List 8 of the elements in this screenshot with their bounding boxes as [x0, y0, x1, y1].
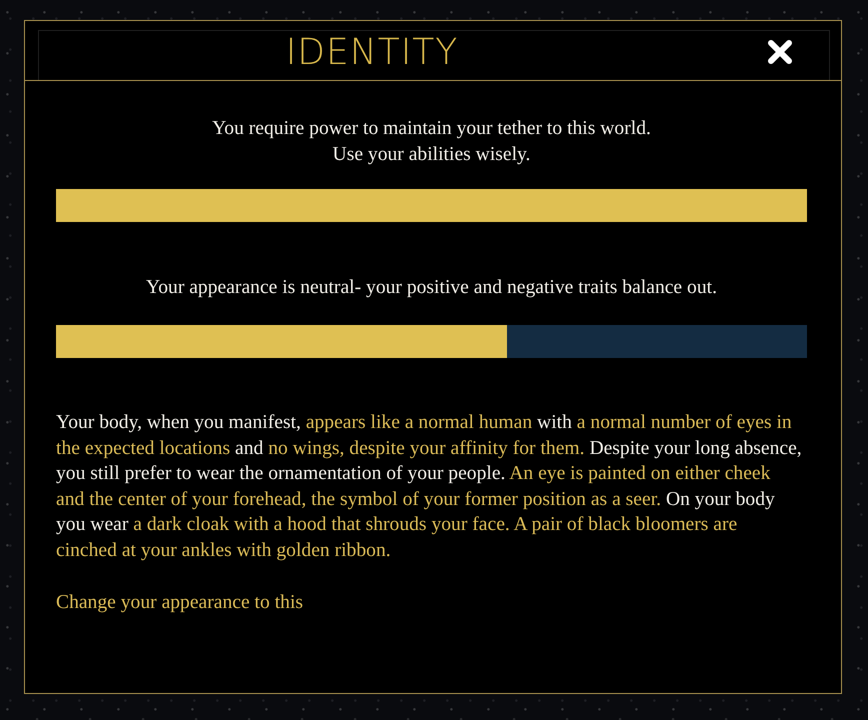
appearance-description: Your body, when you manifest, appears like a normal human with a normal number of eyes in the expected locations and no wings, despite your affinity for them. Despite your long absence, you still prefer to wear the ornamentation of your people. An eye is painted on either cheek and the center of your forehead, the symbol of your former position as a seer. On your body you wear a dark cloak with a hood that shrouds your face. A pair of black bloomers are cinched at your ankles with golden ribbon.: [56, 411, 802, 563]
close-icon: [767, 38, 793, 64]
close-button[interactable]: [767, 38, 793, 64]
power-message: Use your abilities wisely.: [332, 143, 530, 167]
change-appearance-link[interactable]: Change your appearance to this: [56, 590, 304, 616]
window-title: IDENTITY: [286, 35, 458, 71]
power-message: You require power to maintain your tether to this world.: [212, 117, 651, 141]
appearance-message: Your appearance is neutral- your positive and negative traits balance out.: [146, 276, 717, 300]
